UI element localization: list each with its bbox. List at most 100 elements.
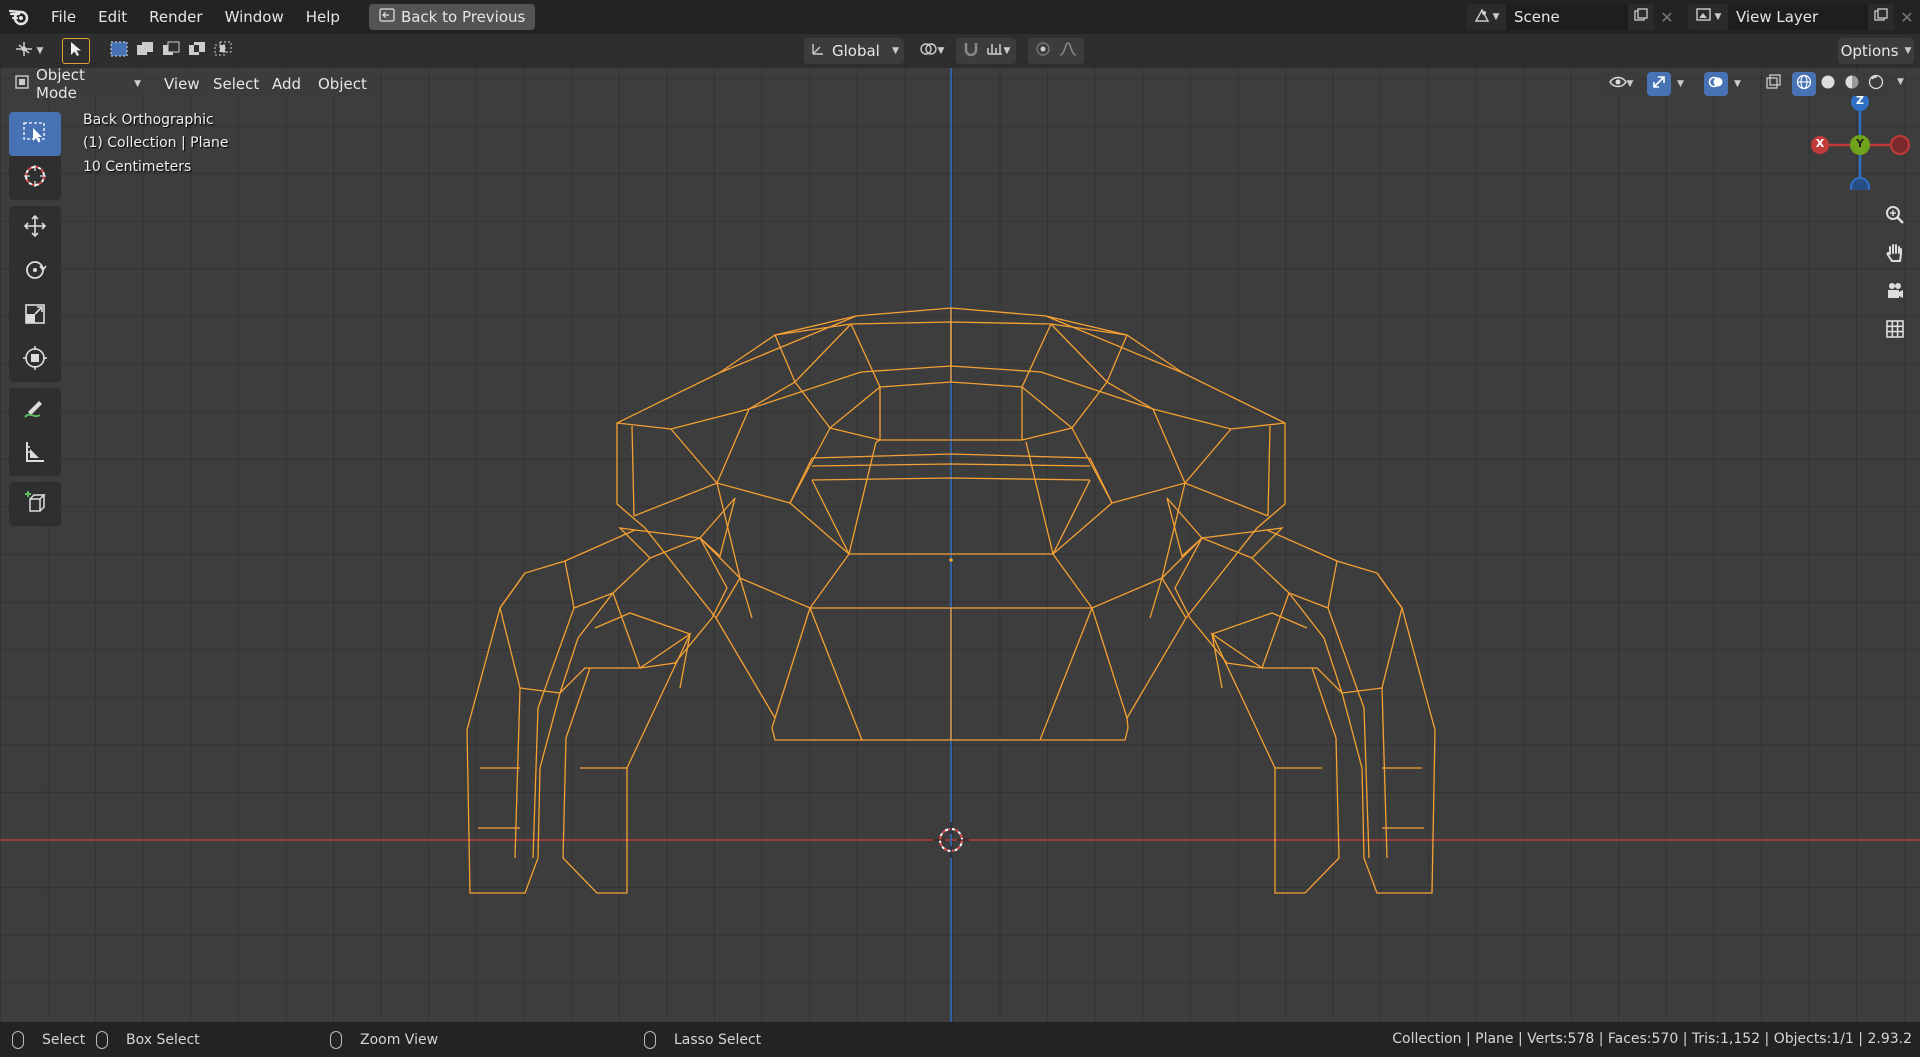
menu-file[interactable]: File: [40, 0, 87, 34]
status-zoom-view-label: Zoom View: [360, 1031, 439, 1048]
object-origin-dot: [949, 558, 953, 562]
active-tool-button[interactable]: [62, 38, 90, 64]
left-toolbar: [9, 112, 61, 526]
pan-view-button[interactable]: [1878, 238, 1912, 272]
eye-icon: [1608, 75, 1627, 93]
status-box-select-hint: Box Select: [96, 1022, 200, 1057]
wireframe-shading-button[interactable]: [1792, 72, 1816, 96]
left-mouse-icon: [12, 1030, 24, 1049]
new-view-layer-button[interactable]: [1868, 4, 1894, 30]
menu-render[interactable]: Render: [138, 0, 213, 34]
material-sphere-icon: [1844, 74, 1860, 94]
measure-tool[interactable]: [9, 432, 61, 476]
select-subtract-button[interactable]: [160, 41, 182, 60]
chevron-down-icon[interactable]: ▼: [1734, 79, 1741, 89]
blender-logo-icon[interactable]: [0, 0, 40, 34]
scene-browse-button[interactable]: ▼: [1466, 4, 1506, 30]
chevron-down-icon[interactable]: ▼: [1897, 77, 1904, 87]
grid-scale-label: 10 Centimeters: [83, 159, 192, 175]
material-shading-button[interactable]: [1840, 72, 1864, 96]
show-overlays-toggle[interactable]: [1704, 72, 1728, 96]
menu-edit[interactable]: Edit: [87, 0, 138, 34]
chevron-down-icon[interactable]: ▼: [1677, 79, 1684, 89]
new-scene-button[interactable]: [1628, 4, 1654, 30]
annotate-pencil-icon: [22, 395, 48, 425]
camera-view-button[interactable]: [1878, 276, 1912, 310]
grid-icon: [1884, 318, 1906, 344]
snap-controls: ▼: [956, 38, 1016, 64]
back-icon: [379, 8, 395, 26]
chevron-down-icon: ▼: [892, 46, 899, 56]
scale-icon: [22, 301, 48, 331]
gizmo-controls: ▼: [1647, 72, 1697, 96]
delete-scene-button[interactable]: ✕: [1654, 4, 1680, 30]
viewport-menu-select[interactable]: Select: [206, 72, 267, 96]
scene-icon: [1473, 7, 1491, 27]
chevron-down-icon: ▼: [1003, 46, 1011, 56]
menu-help[interactable]: Help: [295, 0, 351, 34]
transform-tool[interactable]: [9, 338, 61, 382]
rendered-sphere-icon: [1868, 74, 1884, 94]
pivot-point-icon: [918, 40, 938, 62]
tool-header: ▼ Global ▼ ▼ ▼ Options ▼: [0, 34, 1920, 68]
snap-magnet-icon[interactable]: [962, 40, 980, 62]
scale-tool[interactable]: [9, 294, 61, 338]
toggle-perspective-button[interactable]: [1878, 314, 1912, 348]
measure-ruler-icon: [22, 439, 48, 469]
chevron-down-icon: ▼: [1714, 12, 1722, 22]
annotate-tool[interactable]: [9, 388, 61, 432]
middle-mouse-icon: [330, 1030, 342, 1049]
cursor-tool[interactable]: [9, 156, 61, 200]
rotate-tool[interactable]: [9, 250, 61, 294]
status-select-hint: Select: [12, 1022, 85, 1057]
object-mode-dropdown[interactable]: Object Mode ▼: [10, 66, 146, 102]
options-dropdown[interactable]: Options ▼: [1838, 38, 1914, 64]
chevron-down-icon: ▼: [1904, 46, 1912, 56]
3d-viewport[interactable]: Back Orthographic (1) Collection | Plane…: [0, 68, 1920, 1022]
select-new-button[interactable]: [108, 41, 130, 60]
proportional-editing-controls: [1028, 38, 1084, 64]
rotate-icon: [22, 257, 48, 287]
solid-shading-button[interactable]: [1816, 72, 1840, 96]
view-layer-browse-button[interactable]: ▼: [1688, 4, 1728, 30]
menu-window[interactable]: Window: [214, 0, 295, 34]
delete-view-layer-button[interactable]: ✕: [1894, 4, 1920, 30]
gizmo-arrow-icon: [1651, 74, 1667, 94]
falloff-curve-icon[interactable]: [1059, 41, 1077, 61]
zoom-view-button[interactable]: [1878, 200, 1912, 234]
move-tool[interactable]: [9, 206, 61, 250]
snap-increment-icon[interactable]: [986, 40, 1004, 62]
select-box-tool[interactable]: [9, 112, 61, 156]
drag-mouse-icon: [96, 1030, 108, 1049]
close-icon: ✕: [1900, 7, 1914, 27]
editor-type-button[interactable]: ▼: [8, 38, 48, 64]
viewport-menu-view[interactable]: View: [157, 72, 207, 96]
visibility-dropdown[interactable]: ▼: [1601, 72, 1641, 96]
view-layer-name-field[interactable]: View Layer: [1728, 4, 1868, 30]
top-menu-bar: File Edit Render Window Help Back to Pre…: [0, 0, 1920, 34]
viewport-menu-object[interactable]: Object: [311, 72, 374, 96]
show-gizmo-toggle[interactable]: [1647, 72, 1671, 96]
transform-orientation-label: Global: [832, 42, 880, 60]
view-layer-icon: [1695, 7, 1713, 27]
viewport-menu-add[interactable]: Add: [265, 72, 309, 96]
transform-icon: [22, 345, 48, 375]
solid-sphere-icon: [1820, 74, 1836, 94]
add-cube-tool[interactable]: [9, 482, 61, 526]
select-box-icon: [22, 120, 48, 148]
select-invert-button[interactable]: [186, 42, 208, 60]
pivot-point-dropdown[interactable]: ▼: [912, 38, 950, 64]
scene-name-field[interactable]: Scene: [1506, 4, 1628, 30]
transform-orientation-dropdown[interactable]: Global ▼: [804, 38, 904, 64]
select-extend-button[interactable]: [134, 42, 156, 60]
proportional-editing-icon[interactable]: [1035, 41, 1051, 61]
object-mode-label: Object Mode: [36, 66, 85, 102]
back-to-previous-button[interactable]: Back to Previous: [368, 4, 536, 30]
select-intersect-button[interactable]: [212, 41, 234, 60]
selection-mode-buttons: [108, 41, 234, 60]
rendered-shading-button[interactable]: [1864, 72, 1888, 96]
gizmo-x-label: X: [1815, 137, 1825, 150]
shading-mode-buttons: [1792, 72, 1890, 96]
viewport-header: Object Mode ▼ View Select Add Object ▼ ▼…: [0, 66, 1920, 102]
xray-toggle[interactable]: [1761, 72, 1785, 96]
